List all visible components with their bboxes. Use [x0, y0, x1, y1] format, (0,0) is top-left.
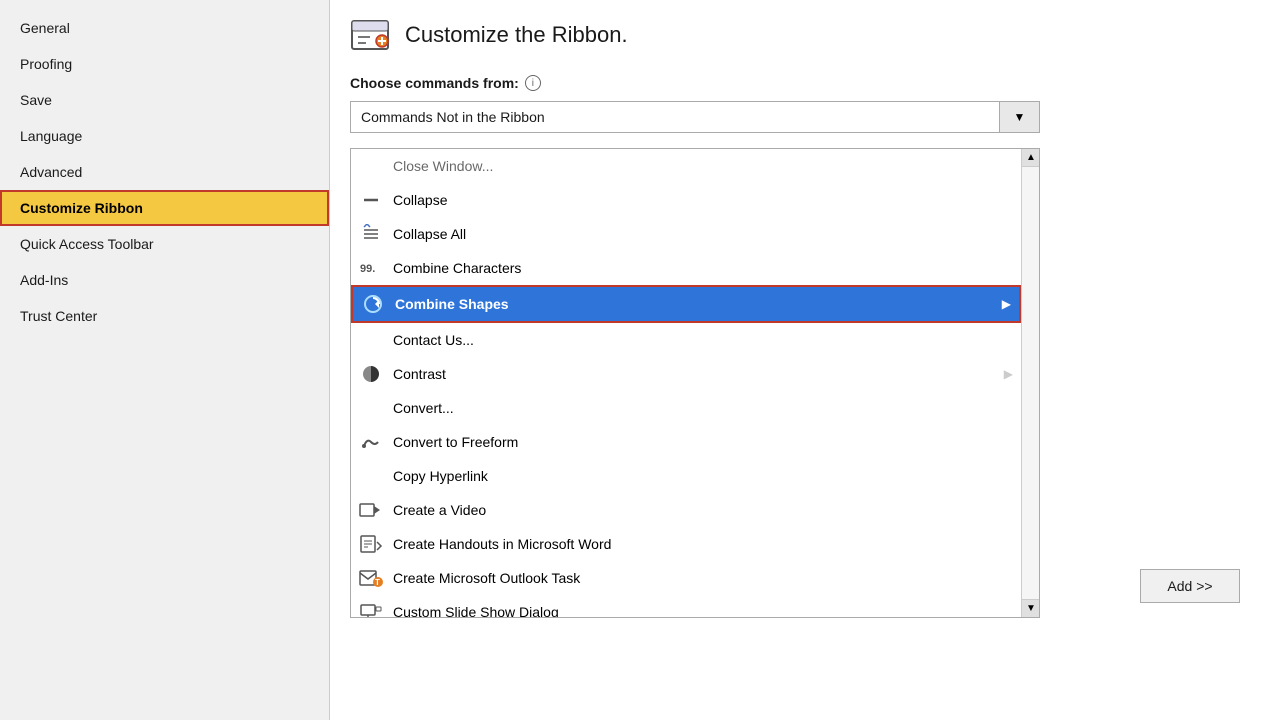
list-item[interactable]: Contact Us... — [351, 323, 1021, 357]
wave-icon — [359, 430, 383, 454]
page-header: Customize the Ribbon. — [350, 15, 1260, 55]
command-label: Contact Us... — [393, 332, 474, 348]
list-item[interactable]: T Create Microsoft Outlook Task — [351, 561, 1021, 595]
list-item[interactable]: Convert... — [351, 391, 1021, 425]
list-item[interactable]: Combine Shapes ▶ — [351, 285, 1021, 323]
submenu-arrow-icon: ▶ — [1004, 367, 1013, 381]
choose-commands-label: Choose commands from: — [350, 75, 519, 91]
dash-icon — [359, 188, 383, 212]
no-icon — [359, 154, 383, 178]
chevron-down-icon: ▼ — [1014, 110, 1026, 124]
scrollbar-up-btn[interactable]: ▲ — [1022, 149, 1040, 167]
half-circle-icon — [359, 362, 383, 386]
list-item[interactable]: Close Window... — [351, 149, 1021, 183]
scrollbar-track: ▲ ▼ — [1021, 149, 1039, 617]
submenu-arrow-icon: ▶ — [1002, 297, 1011, 311]
sidebar-item-proofing[interactable]: Proofing — [0, 46, 329, 82]
sidebar-item-general[interactable]: General — [0, 10, 329, 46]
dropdown-arrow-btn[interactable]: ▼ — [1000, 101, 1040, 133]
list-item[interactable]: Custom Slide Show Dialog — [351, 595, 1021, 617]
sidebar-item-add-ins[interactable]: Add-Ins — [0, 262, 329, 298]
scrollbar-down-btn[interactable]: ▼ — [1022, 599, 1040, 617]
command-label: Copy Hyperlink — [393, 468, 488, 484]
info-icon[interactable]: i — [525, 75, 541, 91]
sidebar-item-advanced[interactable]: Advanced — [0, 154, 329, 190]
list-item[interactable]: Contrast ▶ — [351, 357, 1021, 391]
svg-text:99.: 99. — [360, 263, 375, 275]
command-label: Convert... — [393, 400, 454, 416]
main-content-area: Customize the Ribbon. Choose commands fr… — [330, 0, 1280, 720]
command-label: Collapse All — [393, 226, 466, 242]
command-label: Custom Slide Show Dialog — [393, 604, 559, 617]
doc-arrow-icon — [359, 532, 383, 556]
add-button-container: Add >> — [1140, 569, 1240, 603]
sidebar-item-trust-center[interactable]: Trust Center — [0, 298, 329, 334]
add-button[interactable]: Add >> — [1140, 569, 1240, 603]
command-label: Close Window... — [393, 158, 493, 174]
command-label: Combine Shapes — [395, 296, 509, 312]
commands-wrapper: Close Window... Collapse Collapse All 99. C… — [350, 148, 1260, 618]
command-label: Collapse — [393, 192, 447, 208]
list-up-icon — [359, 222, 383, 246]
outlook-icon: T — [359, 566, 383, 590]
sidebar-item-quick-access-toolbar[interactable]: Quick Access Toolbar — [0, 226, 329, 262]
sidebar-item-language[interactable]: Language — [0, 118, 329, 154]
command-label: Create Handouts in Microsoft Word — [393, 536, 611, 552]
99-icon: 99. — [359, 256, 383, 280]
list-item[interactable]: Create a Video — [351, 493, 1021, 527]
commands-panel: Close Window... Collapse Collapse All 99. C… — [350, 148, 1040, 618]
page-title: Customize the Ribbon. — [405, 22, 628, 48]
no-icon — [359, 328, 383, 352]
list-item[interactable]: Copy Hyperlink — [351, 459, 1021, 493]
sidebar-item-save[interactable]: Save — [0, 82, 329, 118]
commands-dropdown-container: Commands Not in the Ribbon ▼ — [350, 101, 1260, 133]
command-label: Contrast — [393, 366, 446, 382]
commands-list[interactable]: Close Window... Collapse Collapse All 99. C… — [351, 149, 1021, 617]
no-icon — [359, 464, 383, 488]
list-item[interactable]: Create Handouts in Microsoft Word — [351, 527, 1021, 561]
list-item[interactable]: Convert to Freeform — [351, 425, 1021, 459]
command-label: Create Microsoft Outlook Task — [393, 570, 580, 586]
svg-text:T: T — [375, 578, 380, 587]
choose-commands-row: Choose commands from: i — [350, 75, 1260, 91]
list-item[interactable]: 99. Combine Characters — [351, 251, 1021, 285]
circle-arrow-icon — [361, 292, 385, 316]
customize-ribbon-icon — [350, 15, 390, 55]
command-label: Create a Video — [393, 502, 486, 518]
commands-dropdown[interactable]: Commands Not in the Ribbon — [350, 101, 1000, 133]
slides-icon — [359, 600, 383, 617]
sidebar-item-customize-ribbon[interactable]: Customize Ribbon — [0, 190, 329, 226]
no-icon — [359, 396, 383, 420]
command-label: Convert to Freeform — [393, 434, 518, 450]
list-item[interactable]: Collapse All — [351, 217, 1021, 251]
settings-sidebar: General Proofing Save Language Advanced … — [0, 0, 330, 720]
command-label: Combine Characters — [393, 260, 521, 276]
video-icon — [359, 498, 383, 522]
list-item[interactable]: Collapse — [351, 183, 1021, 217]
